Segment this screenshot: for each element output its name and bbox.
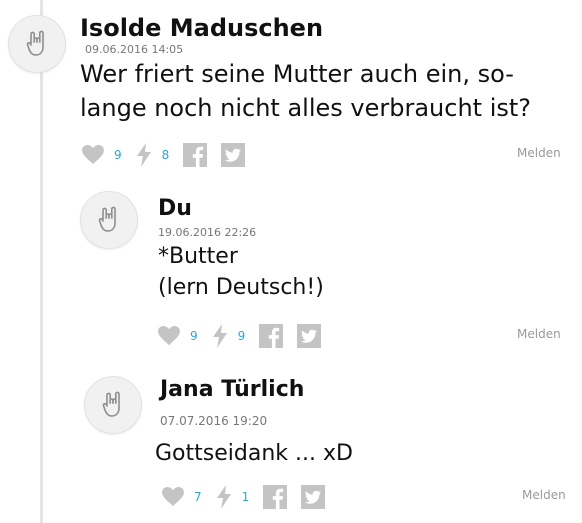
rock-hand-icon: [102, 391, 120, 417]
comment-date: 19.06.2016 22:26: [158, 226, 257, 239]
like-count: 9: [114, 148, 122, 162]
comment-actions: 9 9: [158, 323, 335, 349]
comment-actions: 7 1: [162, 484, 339, 510]
facebook-icon[interactable]: [259, 324, 284, 348]
lightning-icon[interactable]: [212, 324, 228, 348]
comment-text-line: Gottseidank ... xD: [155, 441, 353, 466]
like-count: 9: [190, 329, 198, 343]
flash-count: 9: [237, 329, 246, 343]
comment-author[interactable]: Isolde Maduschen: [80, 14, 323, 42]
facebook-icon[interactable]: [263, 485, 288, 509]
comment-text: Wer friert seine Mutter auch ein, so- la…: [80, 58, 531, 125]
like-count: 7: [194, 490, 202, 504]
rock-hand-icon: [26, 30, 44, 56]
flash-count: 1: [241, 490, 250, 504]
comment-date: 07.07.2016 19:20: [160, 414, 268, 428]
lightning-icon[interactable]: [216, 485, 232, 509]
rock-hand-icon: [98, 206, 116, 232]
comment-text-line: lange noch nicht alles verbraucht ist?: [80, 93, 532, 122]
facebook-icon[interactable]: [183, 143, 208, 167]
heart-icon[interactable]: [82, 145, 104, 165]
comment-date: 09.06.2016 14:05: [85, 43, 184, 56]
thread-line: [40, 0, 43, 523]
lightning-icon[interactable]: [136, 143, 152, 167]
report-link[interactable]: Melden: [522, 488, 566, 502]
report-link[interactable]: Melden: [517, 327, 561, 341]
twitter-icon[interactable]: [301, 485, 326, 509]
comment-text-line: (lern Deutsch!): [158, 274, 324, 300]
comment-text: Gottseidank ... xD: [155, 439, 353, 470]
avatar[interactable]: [84, 376, 142, 434]
twitter-icon[interactable]: [297, 324, 322, 348]
comment-author[interactable]: Jana Türlich: [160, 377, 304, 402]
heart-icon[interactable]: [162, 487, 184, 507]
avatar[interactable]: [8, 15, 66, 73]
flash-count: 8: [161, 148, 170, 162]
twitter-icon[interactable]: [221, 143, 246, 167]
report-link[interactable]: Melden: [517, 146, 561, 160]
comment-text-line: *Butter: [158, 244, 238, 269]
avatar[interactable]: [80, 191, 138, 249]
comment-actions: 9 8: [82, 142, 259, 168]
comment-text: *Butter (lern Deutsch!): [158, 242, 324, 304]
comment-author[interactable]: Du: [158, 196, 192, 221]
comment-text-line: Wer friert seine Mutter auch ein, so-: [80, 60, 514, 88]
heart-icon[interactable]: [158, 326, 180, 346]
